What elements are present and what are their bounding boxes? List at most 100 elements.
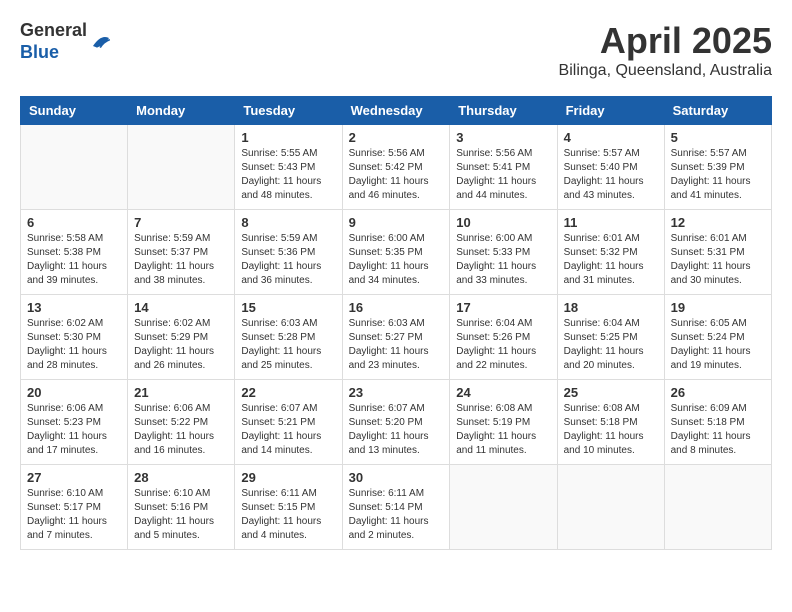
day-number: 27	[27, 470, 121, 485]
calendar-cell	[664, 465, 771, 550]
day-info: Sunrise: 6:07 AMSunset: 5:20 PMDaylight:…	[349, 402, 444, 458]
day-info: Sunrise: 6:03 AMSunset: 5:28 PMDaylight:…	[241, 317, 335, 373]
title-block: April 2025 Bilinga, Queensland, Australi…	[559, 20, 772, 80]
day-number: 6	[27, 215, 121, 230]
location: Bilinga, Queensland, Australia	[559, 62, 772, 80]
day-number: 17	[456, 300, 550, 315]
day-number: 8	[241, 215, 335, 230]
calendar-table: SundayMondayTuesdayWednesdayThursdayFrid…	[20, 96, 772, 550]
calendar-cell: 8 Sunrise: 5:59 AMSunset: 5:36 PMDaylight…	[235, 210, 342, 295]
day-info: Sunrise: 6:00 AMSunset: 5:33 PMDaylight:…	[456, 232, 550, 288]
calendar-cell	[557, 465, 664, 550]
day-number: 14	[134, 300, 228, 315]
day-info: Sunrise: 5:56 AMSunset: 5:42 PMDaylight:…	[349, 147, 444, 203]
day-number: 1	[241, 130, 335, 145]
day-info: Sunrise: 6:11 AMSunset: 5:14 PMDaylight:…	[349, 487, 444, 543]
day-number: 23	[349, 385, 444, 400]
calendar-cell: 27 Sunrise: 6:10 AMSunset: 5:17 PMDayligh…	[21, 465, 128, 550]
calendar-cell: 4 Sunrise: 5:57 AMSunset: 5:40 PMDaylight…	[557, 125, 664, 210]
day-number: 25	[564, 385, 658, 400]
day-info: Sunrise: 6:10 AMSunset: 5:16 PMDaylight:…	[134, 487, 228, 543]
calendar-cell: 25 Sunrise: 6:08 AMSunset: 5:18 PMDayligh…	[557, 380, 664, 465]
day-info: Sunrise: 6:03 AMSunset: 5:27 PMDaylight:…	[349, 317, 444, 373]
day-number: 9	[349, 215, 444, 230]
calendar-cell: 30 Sunrise: 6:11 AMSunset: 5:14 PMDayligh…	[342, 465, 450, 550]
month-title: April 2025	[559, 20, 772, 62]
calendar-cell: 26 Sunrise: 6:09 AMSunset: 5:18 PMDayligh…	[664, 380, 771, 465]
day-number: 22	[241, 385, 335, 400]
week-row-4: 20 Sunrise: 6:06 AMSunset: 5:23 PMDayligh…	[21, 380, 772, 465]
calendar-cell: 7Sunrise: 5:59 AMSunset: 5:37 PMDaylight…	[128, 210, 235, 295]
column-header-sunday: Sunday	[21, 97, 128, 125]
day-number: 11	[564, 215, 658, 230]
day-info: Sunrise: 6:10 AMSunset: 5:17 PMDaylight:…	[27, 487, 121, 543]
day-number: 4	[564, 130, 658, 145]
calendar-cell: 6 Sunrise: 5:58 AMSunset: 5:38 PMDaylight…	[21, 210, 128, 295]
day-number: 29	[241, 470, 335, 485]
calendar-cell	[21, 125, 128, 210]
day-number: 18	[564, 300, 658, 315]
day-info: Sunrise: 6:01 AMSunset: 5:32 PMDaylight:…	[564, 232, 658, 288]
day-info: Sunrise: 6:06 AMSunset: 5:23 PMDaylight:…	[27, 402, 121, 458]
logo: GeneralBlue	[20, 20, 113, 63]
calendar-cell: 11 Sunrise: 6:01 AMSunset: 5:32 PMDayligh…	[557, 210, 664, 295]
day-info: Sunrise: 5:59 AMSunset: 5:37 PMDaylight:…	[134, 232, 228, 288]
day-number: 28	[134, 470, 228, 485]
day-number: 16	[349, 300, 444, 315]
day-number: 2	[349, 130, 444, 145]
day-number: 30	[349, 470, 444, 485]
calendar-cell	[128, 125, 235, 210]
calendar-cell: 24 Sunrise: 6:08 AMSunset: 5:19 PMDayligh…	[450, 380, 557, 465]
logo-text: GeneralBlue	[20, 20, 87, 63]
day-number: 13	[27, 300, 121, 315]
day-info: Sunrise: 6:06 AMSunset: 5:22 PMDaylight:…	[134, 402, 228, 458]
day-info: Sunrise: 5:57 AMSunset: 5:40 PMDaylight:…	[564, 147, 658, 203]
column-header-thursday: Thursday	[450, 97, 557, 125]
calendar-cell: 14 Sunrise: 6:02 AMSunset: 5:29 PMDayligh…	[128, 295, 235, 380]
calendar-cell: 23 Sunrise: 6:07 AMSunset: 5:20 PMDayligh…	[342, 380, 450, 465]
calendar-cell: 18 Sunrise: 6:04 AMSunset: 5:25 PMDayligh…	[557, 295, 664, 380]
day-info: Sunrise: 6:02 AMSunset: 5:30 PMDaylight:…	[27, 317, 121, 373]
column-header-monday: Monday	[128, 97, 235, 125]
calendar-cell: 15 Sunrise: 6:03 AMSunset: 5:28 PMDayligh…	[235, 295, 342, 380]
day-info: Sunrise: 5:58 AMSunset: 5:38 PMDaylight:…	[27, 232, 121, 288]
day-info: Sunrise: 5:57 AMSunset: 5:39 PMDaylight:…	[671, 147, 765, 203]
column-header-tuesday: Tuesday	[235, 97, 342, 125]
day-info: Sunrise: 6:11 AMSunset: 5:15 PMDaylight:…	[241, 487, 335, 543]
day-number: 19	[671, 300, 765, 315]
day-number: 24	[456, 385, 550, 400]
calendar-cell: 19 Sunrise: 6:05 AMSunset: 5:24 PMDayligh…	[664, 295, 771, 380]
week-row-5: 27 Sunrise: 6:10 AMSunset: 5:17 PMDayligh…	[21, 465, 772, 550]
calendar-header-row: SundayMondayTuesdayWednesdayThursdayFrid…	[21, 97, 772, 125]
day-info: Sunrise: 6:09 AMSunset: 5:18 PMDaylight:…	[671, 402, 765, 458]
day-info: Sunrise: 6:05 AMSunset: 5:24 PMDaylight:…	[671, 317, 765, 373]
day-number: 15	[241, 300, 335, 315]
calendar-cell: 20 Sunrise: 6:06 AMSunset: 5:23 PMDayligh…	[21, 380, 128, 465]
day-info: Sunrise: 6:04 AMSunset: 5:26 PMDaylight:…	[456, 317, 550, 373]
day-info: Sunrise: 6:08 AMSunset: 5:18 PMDaylight:…	[564, 402, 658, 458]
calendar-cell: 9 Sunrise: 6:00 AMSunset: 5:35 PMDaylight…	[342, 210, 450, 295]
day-number: 21	[134, 385, 228, 400]
day-info: Sunrise: 6:04 AMSunset: 5:25 PMDaylight:…	[564, 317, 658, 373]
calendar-cell: 17 Sunrise: 6:04 AMSunset: 5:26 PMDayligh…	[450, 295, 557, 380]
week-row-1: 1 Sunrise: 5:55 AMSunset: 5:43 PMDaylight…	[21, 125, 772, 210]
day-info: Sunrise: 6:00 AMSunset: 5:35 PMDaylight:…	[349, 232, 444, 288]
calendar-cell: 10Sunrise: 6:00 AMSunset: 5:33 PMDayligh…	[450, 210, 557, 295]
calendar-cell: 28 Sunrise: 6:10 AMSunset: 5:16 PMDayligh…	[128, 465, 235, 550]
day-info: Sunrise: 5:55 AMSunset: 5:43 PMDaylight:…	[241, 147, 335, 203]
day-info: Sunrise: 5:59 AMSunset: 5:36 PMDaylight:…	[241, 232, 335, 288]
day-info: Sunrise: 6:02 AMSunset: 5:29 PMDaylight:…	[134, 317, 228, 373]
day-info: Sunrise: 6:08 AMSunset: 5:19 PMDaylight:…	[456, 402, 550, 458]
column-header-saturday: Saturday	[664, 97, 771, 125]
calendar-cell: 16 Sunrise: 6:03 AMSunset: 5:27 PMDayligh…	[342, 295, 450, 380]
calendar-cell: 29 Sunrise: 6:11 AMSunset: 5:15 PMDayligh…	[235, 465, 342, 550]
calendar-cell: 22Sunrise: 6:07 AMSunset: 5:21 PMDayligh…	[235, 380, 342, 465]
calendar-cell: 13 Sunrise: 6:02 AMSunset: 5:30 PMDayligh…	[21, 295, 128, 380]
calendar-cell: 5 Sunrise: 5:57 AMSunset: 5:39 PMDaylight…	[664, 125, 771, 210]
week-row-2: 6 Sunrise: 5:58 AMSunset: 5:38 PMDaylight…	[21, 210, 772, 295]
day-number: 26	[671, 385, 765, 400]
day-number: 5	[671, 130, 765, 145]
day-number: 20	[27, 385, 121, 400]
day-number: 12	[671, 215, 765, 230]
calendar-cell: 21 Sunrise: 6:06 AMSunset: 5:22 PMDayligh…	[128, 380, 235, 465]
